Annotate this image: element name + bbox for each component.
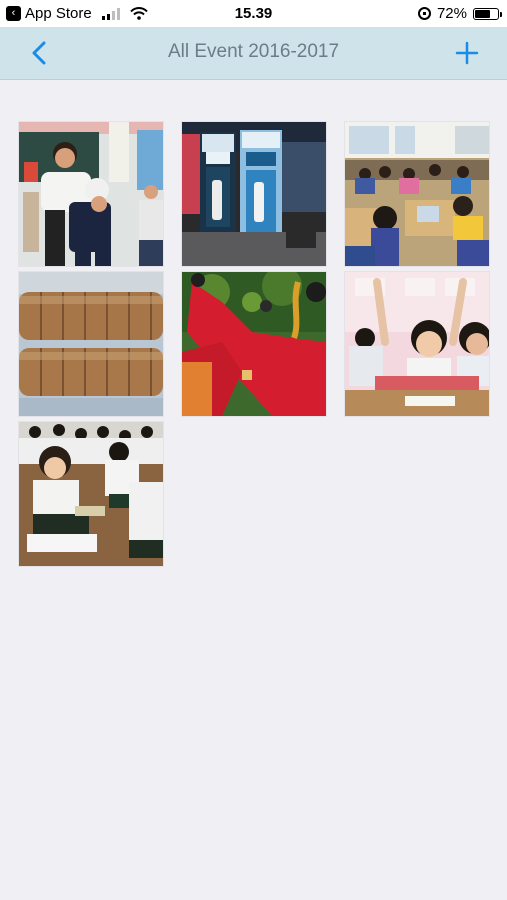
page-title: All Event 2016-2017: [167, 41, 340, 62]
status-right: 72%: [417, 5, 502, 22]
photo-students-sitting-floor: [19, 422, 163, 566]
photo-thumbnail[interactable]: [182, 122, 326, 266]
photo-thumbnail[interactable]: [19, 122, 163, 266]
photo-bread-rolls: [19, 272, 163, 416]
battery-percent: 72%: [436, 5, 467, 22]
photo-thumbnail[interactable]: [345, 122, 489, 266]
photo-thumbnail[interactable]: [345, 272, 489, 416]
photo-thumbnail[interactable]: [19, 272, 163, 416]
battery-icon: [473, 7, 502, 20]
plus-icon: [455, 41, 479, 65]
photo-children-raising-hands: [345, 272, 489, 416]
photo-thumbnail[interactable]: [19, 422, 163, 566]
photo-epson-ink-boxes: [182, 122, 326, 266]
status-bar: ‹ App Store 15.39 72%: [0, 0, 507, 27]
photo-teacher-with-children: [19, 122, 163, 266]
orientation-lock-icon: [417, 7, 431, 20]
nav-bar: All Event 2016-2017: [0, 27, 507, 80]
battery-fill: [475, 9, 491, 18]
photo-thumbnail[interactable]: [182, 272, 326, 416]
add-button[interactable]: [451, 37, 483, 69]
photo-classroom-desks: [345, 122, 489, 266]
photo-dancer-red-costume: [182, 272, 326, 416]
